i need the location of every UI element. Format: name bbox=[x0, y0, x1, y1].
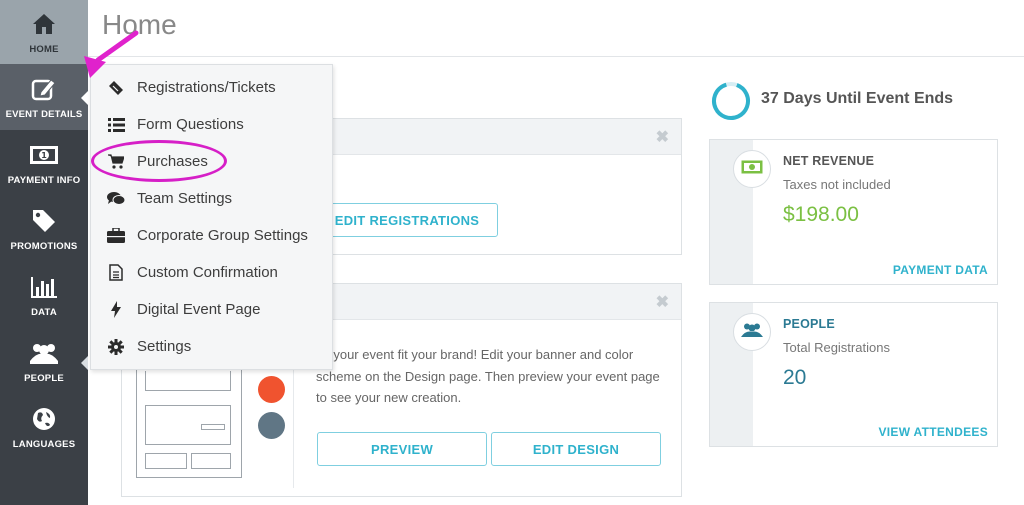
revenue-badge bbox=[733, 150, 771, 188]
home-icon bbox=[29, 10, 59, 38]
users-icon bbox=[741, 322, 763, 343]
menu-item-settings[interactable]: Settings bbox=[91, 328, 332, 365]
sidebar-item-label: PROMOTIONS bbox=[10, 240, 78, 252]
globe-icon bbox=[29, 405, 59, 433]
sidebar-item-label: LANGUAGES bbox=[12, 438, 76, 450]
menu-item-team-settings[interactable]: Team Settings bbox=[91, 180, 332, 217]
users-icon bbox=[29, 339, 59, 367]
preview-button[interactable]: PREVIEW bbox=[317, 432, 487, 466]
sidebar-item-label: PEOPLE bbox=[24, 372, 64, 384]
slate-color-dot bbox=[258, 412, 285, 439]
sidebar-item-label: HOME bbox=[29, 43, 59, 55]
sidebar-item-label: EVENT DETAILS bbox=[5, 108, 83, 120]
tag-icon bbox=[29, 207, 59, 235]
comments-icon bbox=[106, 191, 126, 206]
edit-icon bbox=[29, 75, 59, 103]
people-subtitle: Total Registrations bbox=[783, 340, 890, 355]
sidebar-item-payment-info[interactable]: 1 PAYMENT INFO bbox=[0, 130, 88, 196]
people-card: PEOPLE Total Registrations 20 VIEW ATTEN… bbox=[709, 302, 998, 447]
money-icon: 1 bbox=[29, 141, 59, 169]
payment-data-link[interactable]: PAYMENT DATA bbox=[893, 263, 988, 277]
revenue-subtitle: Taxes not included bbox=[783, 177, 891, 192]
sidebar-item-promotions[interactable]: PROMOTIONS bbox=[0, 196, 88, 262]
menu-item-custom-confirmation[interactable]: Custom Confirmation bbox=[91, 254, 332, 291]
sidebar-item-label: DATA bbox=[31, 306, 57, 318]
pointer-arrow-icon bbox=[84, 30, 139, 78]
bolt-icon bbox=[106, 301, 126, 318]
event-details-menu: Registrations/Tickets Form Questions Pur… bbox=[90, 64, 333, 370]
illustration-banner bbox=[145, 371, 231, 391]
menu-item-corporate-group-settings[interactable]: Corporate Group Settings bbox=[91, 217, 332, 254]
sidebar-item-people[interactable]: PEOPLE bbox=[0, 328, 88, 394]
revenue-value: $198.00 bbox=[783, 203, 859, 226]
design-illustration bbox=[136, 360, 242, 478]
menu-item-digital-event-page[interactable]: Digital Event Page bbox=[91, 291, 332, 328]
briefcase-icon bbox=[106, 228, 126, 243]
orange-color-dot bbox=[258, 376, 285, 403]
sidebar-item-data[interactable]: DATA bbox=[0, 262, 88, 328]
illustration-body bbox=[145, 405, 231, 445]
close-icon[interactable]: ✖ bbox=[656, 292, 669, 312]
list-icon bbox=[106, 117, 126, 132]
view-attendees-link[interactable]: VIEW ATTENDEES bbox=[878, 425, 988, 439]
sidebar-item-label: PAYMENT INFO bbox=[7, 174, 81, 186]
people-badge bbox=[733, 313, 771, 351]
gear-icon bbox=[106, 338, 126, 355]
net-revenue-card: NET REVENUE Taxes not included $198.00 P… bbox=[709, 139, 998, 285]
header-divider bbox=[88, 56, 1024, 57]
revenue-title: NET REVENUE bbox=[783, 154, 875, 168]
menu-item-form-questions[interactable]: Form Questions bbox=[91, 106, 332, 143]
illustration-block bbox=[191, 453, 231, 469]
countdown-progress-ring bbox=[712, 82, 750, 121]
countdown-text: 37 Days Until Event Ends bbox=[761, 90, 954, 107]
document-icon bbox=[106, 264, 126, 281]
people-value: 20 bbox=[783, 366, 807, 389]
people-title: PEOPLE bbox=[783, 317, 835, 331]
edit-design-button[interactable]: EDIT DESIGN bbox=[491, 432, 661, 466]
money-icon bbox=[741, 160, 763, 179]
illustration-block bbox=[145, 453, 187, 469]
close-icon[interactable]: ✖ bbox=[656, 127, 669, 147]
sidebar-item-languages[interactable]: LANGUAGES bbox=[0, 394, 88, 460]
highlight-ring bbox=[91, 140, 227, 182]
design-description: ke your event fit your brand! Edit your … bbox=[316, 347, 660, 405]
svg-text:1: 1 bbox=[41, 151, 47, 160]
bar-chart-icon bbox=[29, 273, 59, 301]
edit-registrations-button[interactable]: EDIT REGISTRATIONS bbox=[316, 203, 498, 237]
